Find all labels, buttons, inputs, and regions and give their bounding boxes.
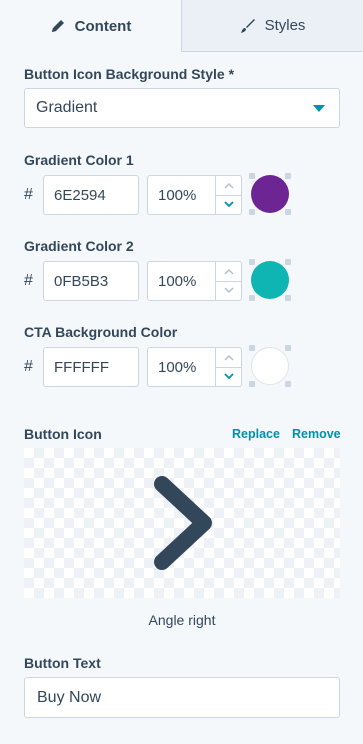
tab-styles[interactable]: Styles: [182, 0, 363, 51]
stepper-up-icon[interactable]: [216, 176, 241, 196]
bg-style-value: Gradient: [36, 99, 98, 116]
hex-value: 0FB5B3: [54, 272, 109, 290]
icon-preview: [24, 448, 340, 598]
gradient-color-1-hex-input[interactable]: 6E2594: [43, 175, 139, 215]
tab-styles-label: Styles: [264, 17, 306, 34]
icon-caption: Angle right: [148, 612, 216, 628]
gradient-color-2-opacity-input[interactable]: 100%: [147, 261, 242, 301]
caret-down-icon: [313, 105, 325, 112]
replace-link[interactable]: Replace: [232, 427, 280, 441]
opacity-stepper[interactable]: [215, 262, 241, 300]
gradient-color-1-opacity-input[interactable]: 100%: [147, 175, 242, 215]
tab-bar: Content Styles: [0, 0, 363, 52]
color-circle: [251, 175, 289, 213]
remove-link[interactable]: Remove: [292, 427, 341, 441]
stepper-down-icon[interactable]: [216, 368, 241, 387]
stepper-down-icon[interactable]: [216, 282, 241, 301]
cta-bg-color-label: CTA Background Color: [24, 324, 178, 340]
pencil-icon: [50, 18, 66, 34]
button-text-value: Buy Now: [37, 688, 102, 706]
hash-symbol: #: [24, 186, 33, 203]
color-circle: [251, 261, 289, 299]
bg-style-select[interactable]: Gradient: [24, 88, 340, 128]
gradient-color-1-swatch[interactable]: [249, 173, 291, 215]
opacity-value: 100%: [158, 358, 197, 376]
cta-bg-hex-input[interactable]: FFFFFF: [43, 347, 139, 387]
stepper-down-icon[interactable]: [216, 196, 241, 215]
opacity-stepper[interactable]: [215, 176, 241, 214]
bg-style-label: Button Icon Background Style *: [24, 66, 235, 82]
gradient-color-2-swatch[interactable]: [249, 259, 291, 301]
color-circle: [251, 347, 289, 385]
button-text-input[interactable]: Buy Now: [24, 677, 340, 718]
gradient-color-2-label: Gradient Color 2: [24, 238, 134, 254]
cta-bg-opacity-input[interactable]: 100%: [147, 347, 242, 387]
cta-bg-swatch[interactable]: [249, 345, 291, 387]
opacity-value: 100%: [158, 186, 197, 204]
stepper-up-icon[interactable]: [216, 262, 241, 282]
hex-value: 6E2594: [54, 186, 106, 204]
gradient-color-2-hex-input[interactable]: 0FB5B3: [43, 261, 139, 301]
hex-value: FFFFFF: [54, 358, 109, 376]
opacity-value: 100%: [158, 272, 197, 290]
angle-right-icon: [154, 476, 212, 570]
brush-icon: [240, 18, 256, 34]
button-icon-label: Button Icon: [24, 426, 102, 442]
tab-content-label: Content: [74, 17, 132, 35]
hash-symbol: #: [24, 358, 33, 375]
opacity-stepper[interactable]: [215, 348, 241, 386]
stepper-up-icon[interactable]: [216, 348, 241, 368]
hash-symbol: #: [24, 272, 33, 289]
gradient-color-1-label: Gradient Color 1: [24, 152, 134, 168]
tab-content[interactable]: Content: [0, 0, 182, 52]
button-text-label: Button Text: [24, 655, 101, 671]
